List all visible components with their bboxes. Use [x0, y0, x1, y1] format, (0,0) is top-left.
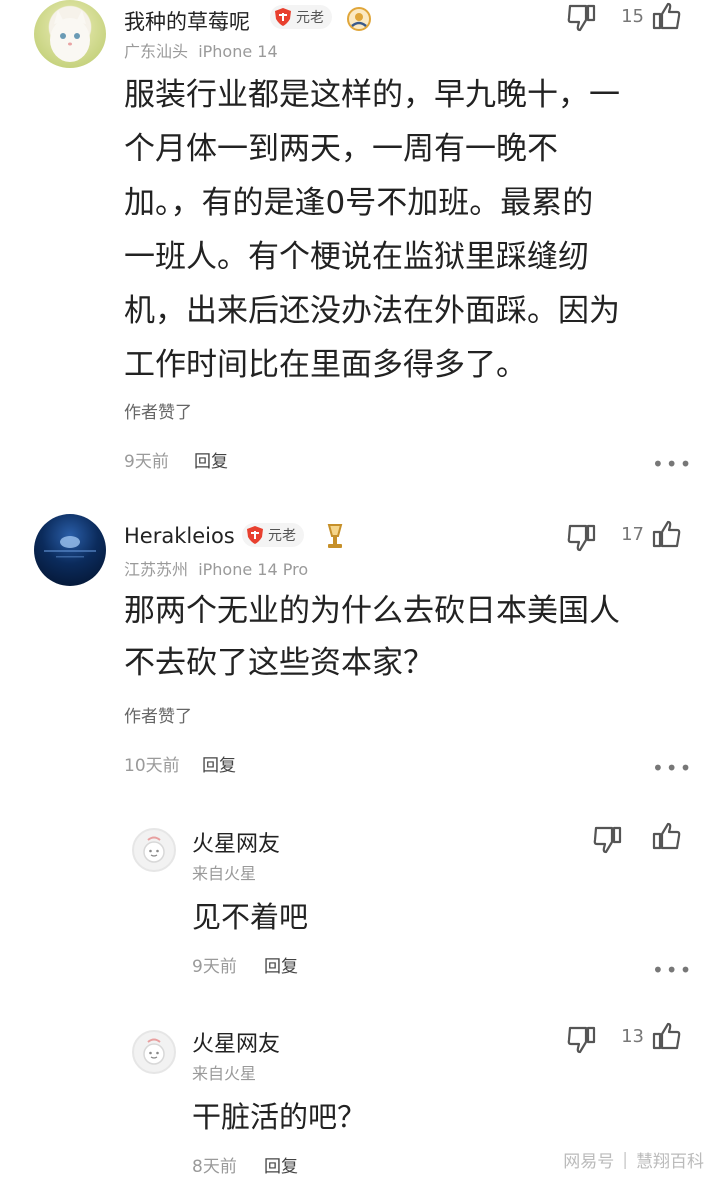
- reply-button[interactable]: 回复: [264, 952, 298, 977]
- text-line: 机，出来后还没办法在外面踩。因为: [124, 293, 620, 329]
- more-icon[interactable]: •••: [652, 452, 693, 476]
- dislike-icon[interactable]: [566, 2, 598, 34]
- dislike-icon[interactable]: [592, 824, 624, 856]
- author-liked-label: 作者赞了: [124, 707, 192, 727]
- like-icon[interactable]: [650, 518, 682, 550]
- username[interactable]: Herakleios: [124, 524, 235, 548]
- reply-button[interactable]: 回复: [202, 751, 236, 776]
- reply-button[interactable]: 回复: [194, 447, 228, 472]
- text-line: 那两个无业的为什么去砍日本美国人: [124, 593, 620, 629]
- source-label: 来自火星: [192, 1064, 257, 1083]
- like-count: 13: [621, 1026, 644, 1047]
- text-line: 工作时间比在里面多得多了。: [124, 347, 527, 383]
- watermark-account: 慧翔百科: [636, 1152, 704, 1172]
- watermark-separator: |: [622, 1149, 628, 1170]
- dislike-icon[interactable]: [566, 522, 598, 554]
- location-device: 江苏苏州 iPhone 14 Pro: [124, 560, 309, 579]
- timestamp: 10天前: [124, 756, 180, 776]
- watermark-brand: 网易号: [563, 1152, 615, 1172]
- badge-label: 元老: [296, 10, 324, 26]
- more-icon[interactable]: •••: [652, 756, 693, 780]
- watermark: 网易号 | 慧翔百科: [563, 1147, 704, 1173]
- username[interactable]: 火星网友: [192, 1026, 280, 1058]
- avatar[interactable]: [34, 514, 106, 586]
- like-count: 17: [621, 524, 644, 545]
- text-line: 不去砍了这些资本家？: [124, 645, 434, 681]
- comment-1: 我种的草莓呢 元老 广东汕头 iPhone 14 15 服装行业都是这样的，早九…: [0, 0, 720, 500]
- reply-1: 火星网友 来自火星 见不着吧 9天前 回复 •••: [0, 810, 720, 1010]
- like-icon[interactable]: [650, 0, 682, 32]
- avatar[interactable]: [132, 1030, 176, 1074]
- author-liked-label: 作者赞了: [124, 403, 192, 423]
- rank-medal-icon: [347, 7, 371, 31]
- like-count: 15: [621, 6, 644, 27]
- shield-badge-icon: [275, 8, 291, 26]
- like-icon[interactable]: [650, 1020, 682, 1052]
- like-icon[interactable]: [650, 820, 682, 852]
- reply-button[interactable]: 回复: [264, 1152, 298, 1177]
- text-line: 服装行业都是这样的，早九晚十，一: [124, 77, 620, 113]
- dislike-icon[interactable]: [566, 1024, 598, 1056]
- username[interactable]: 我种的草莓呢: [124, 6, 250, 36]
- text-line: 加。，有的是逢0号不加班。最累的: [124, 185, 594, 221]
- timestamp: 9天前: [124, 452, 169, 472]
- timestamp: 8天前: [192, 1157, 237, 1177]
- text-line: 个月体一到两天，一周有一晚不: [124, 131, 558, 167]
- elder-badge: 元老: [270, 5, 332, 29]
- location-device: 广东汕头 iPhone 14: [124, 42, 278, 61]
- reply-text: 干脏活的吧？: [192, 1100, 367, 1134]
- reply-text: 见不着吧: [192, 900, 309, 934]
- timestamp: 9天前: [192, 957, 237, 977]
- rank-medal-icon: [327, 524, 343, 548]
- elder-badge: 元老: [242, 523, 304, 547]
- more-icon[interactable]: •••: [652, 958, 693, 982]
- avatar[interactable]: [132, 828, 176, 872]
- username[interactable]: 火星网友: [192, 826, 280, 858]
- source-label: 来自火星: [192, 864, 257, 883]
- avatar[interactable]: [34, 0, 106, 68]
- text-line: 一班人。有个梗说在监狱里踩缝纫: [124, 239, 589, 275]
- shield-badge-icon: [247, 526, 263, 544]
- badge-label: 元老: [268, 528, 296, 544]
- comment-2: Herakleios 元老 江苏苏州 iPhone 14 Pro 17 那两个无…: [0, 500, 720, 800]
